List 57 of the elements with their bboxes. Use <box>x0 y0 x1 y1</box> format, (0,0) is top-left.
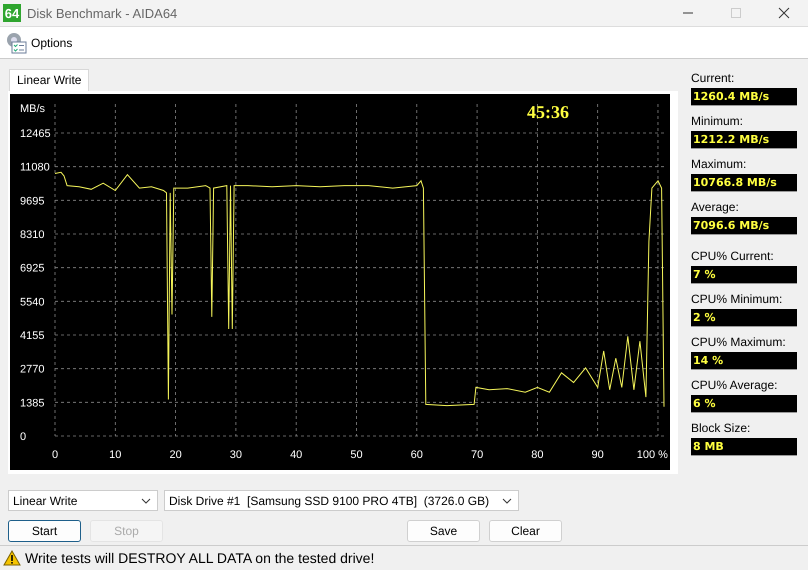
y-tick-label: 8310 <box>20 229 44 241</box>
y-tick-label: 0 <box>20 431 26 443</box>
x-tick-label: 10 <box>109 449 122 461</box>
maximize-icon <box>730 7 742 19</box>
stat-label: Minimum: <box>691 114 744 128</box>
stat-value: 10766.8 MB/s <box>691 174 797 192</box>
y-tick-label: 9695 <box>20 195 44 208</box>
x-tick-label: 40 <box>290 449 302 461</box>
y-tick-label: 5540 <box>20 296 44 308</box>
stat-value: 7 % <box>691 266 797 284</box>
y-tick-label: 11080 <box>20 162 50 174</box>
stat-label: CPU% Minimum: <box>691 292 784 306</box>
status-message: Write tests will DESTROY ALL DATA on the tested drive! <box>25 550 374 566</box>
y-tick-label: 4155 <box>20 330 44 342</box>
elapsed-timer: 45:36 <box>527 102 569 122</box>
warning-icon <box>3 550 21 566</box>
stat-label: Block Size: <box>691 421 752 435</box>
options-button[interactable]: Options <box>0 30 76 54</box>
x-tick-label: 0 <box>52 449 58 461</box>
stat-value: 2 % <box>691 309 797 327</box>
x-tick-label: 50 <box>350 449 363 461</box>
chevron-down-icon <box>141 498 151 504</box>
action-button[interactable]: Clear <box>489 520 562 542</box>
y-tick-label: 6925 <box>20 262 44 275</box>
x-tick-label: 90 <box>592 449 604 461</box>
stat-label: Average: <box>691 200 740 214</box>
action-button[interactable]: Start <box>8 520 81 542</box>
stat-value: 1212.2 MB/s <box>691 131 797 149</box>
x-tick-label: 30 <box>230 449 242 461</box>
x-tick-label: 20 <box>169 449 182 461</box>
app-logo-icon: 64 <box>3 4 21 22</box>
y-tick-label: 2770 <box>20 364 44 376</box>
tab[interactable]: Linear Write <box>9 69 90 91</box>
window-title: Disk Benchmark - AIDA64 <box>27 6 178 20</box>
stat-label: CPU% Current: <box>691 249 775 263</box>
x-tick-label: 70 <box>470 449 484 461</box>
stat-value: 1260.4 MB/s <box>691 88 797 106</box>
stat-value: 8 MB <box>691 438 797 456</box>
x-tick-label: 60 <box>410 449 423 461</box>
chevron-down-icon <box>502 498 512 504</box>
gear-checklist-icon <box>4 30 28 54</box>
stat-label: CPU% Average: <box>691 378 778 392</box>
stat-value: 7096.6 MB/s <box>691 217 797 235</box>
stat-label: CPU% Maximum: <box>691 335 787 349</box>
y-tick-label: 12465 <box>20 128 51 140</box>
x-tick-label: 80 <box>531 449 544 461</box>
stat-label: Current: <box>691 71 736 85</box>
stat-value: 6 % <box>691 395 797 413</box>
close-icon[interactable] <box>778 7 790 19</box>
action-button[interactable]: Save <box>407 520 480 542</box>
stat-label: Maximum: <box>691 157 748 171</box>
stat-value: 14 % <box>691 352 797 370</box>
test-dropdown[interactable]: Linear Write <box>8 490 158 511</box>
drive-dropdown[interactable]: Disk Drive #1 [Samsung SSD 9100 PRO 4TB] (3726.0 GB) <box>164 490 519 511</box>
x-tick-label: 100 % <box>636 449 668 461</box>
y-axis-unit: MB/s <box>20 103 46 115</box>
y-tick-label: 1385 <box>20 397 44 410</box>
